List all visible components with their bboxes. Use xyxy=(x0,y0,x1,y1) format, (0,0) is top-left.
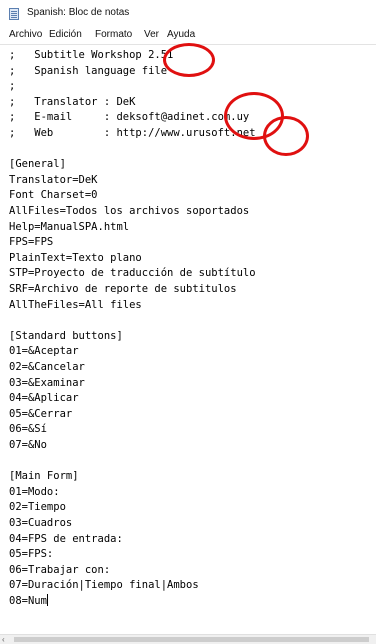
text-line: STP=Proyecto de traducción de subtítulo xyxy=(9,267,256,280)
text-line: 04=&Aplicar xyxy=(9,392,79,405)
text-line: 07=Duración|Tiempo final|Ambos xyxy=(9,579,199,592)
window-title: Spanish: Bloc de notas xyxy=(27,7,130,18)
text-line: FPS=FPS xyxy=(9,236,54,249)
text-line: [Main Form] xyxy=(9,470,79,483)
horizontal-scrollbar[interactable]: ‹ xyxy=(0,634,376,644)
notepad-icon xyxy=(9,8,19,20)
text-line: 04=FPS de entrada: xyxy=(9,532,123,545)
menu-bar: Archivo Edición Formato Ver Ayuda xyxy=(0,26,376,44)
text-line: PlainText=Texto plano xyxy=(9,251,142,264)
text-line: ; Spanish language file xyxy=(9,64,168,77)
text-line: 02=&Cancelar xyxy=(9,361,85,373)
menu-edicion[interactable]: Edición xyxy=(49,29,82,40)
text-line: Font Charset=0 xyxy=(9,189,98,202)
text-line: 03=Cuadros xyxy=(9,517,73,529)
text-line: [General] xyxy=(9,158,66,171)
text-line: AllFiles=Todos los archivos soportados xyxy=(9,205,250,217)
text-line: ; Web : http://www.urusoft.net xyxy=(9,127,256,139)
text-line: 06=Trabajar con: xyxy=(9,563,111,576)
text-line: Help=ManualSPA.html xyxy=(9,220,130,233)
text-line: ; Subtitle Workshop 2.51 xyxy=(9,49,174,61)
scroll-left-icon[interactable]: ‹ xyxy=(2,635,5,644)
text-line: 03=&Examinar xyxy=(9,376,85,389)
menu-archivo[interactable]: Archivo xyxy=(9,29,42,40)
menu-ayuda[interactable]: Ayuda xyxy=(167,29,195,40)
text-line: ; Translator : DeK xyxy=(9,95,136,108)
menu-formato[interactable]: Formato xyxy=(95,29,132,40)
text-caret xyxy=(46,594,48,606)
text-line: 05=FPS: xyxy=(9,548,54,561)
text-line: 08=Num xyxy=(9,594,48,607)
text-line: 01=Modo: xyxy=(9,485,60,498)
text-line: 01=&Aceptar xyxy=(9,345,79,358)
text-line: 05=&Cerrar xyxy=(9,407,73,420)
text-line: 06=&Sí xyxy=(9,423,47,436)
text-line: Translator=DeK xyxy=(9,173,98,186)
text-line: ; E-mail : deksoft@adinet.com.uy xyxy=(9,111,250,124)
text-line: 02=Tiempo xyxy=(9,501,66,514)
text-line: ; xyxy=(9,80,16,93)
scrollbar-thumb[interactable] xyxy=(14,637,369,642)
menu-ver[interactable]: Ver xyxy=(144,29,159,40)
text-line: SRF=Archivo de reporte de subtitulos xyxy=(9,283,237,295)
text-line: 07=&No xyxy=(9,439,47,451)
text-line: AllTheFiles=All files xyxy=(9,298,142,311)
title-bar: Spanish: Bloc de notas xyxy=(0,0,376,26)
text-line: [Standard buttons] xyxy=(9,329,123,342)
text-editor[interactable]: ; Subtitle Workshop 2.51 ; Spanish langua… xyxy=(0,44,376,635)
